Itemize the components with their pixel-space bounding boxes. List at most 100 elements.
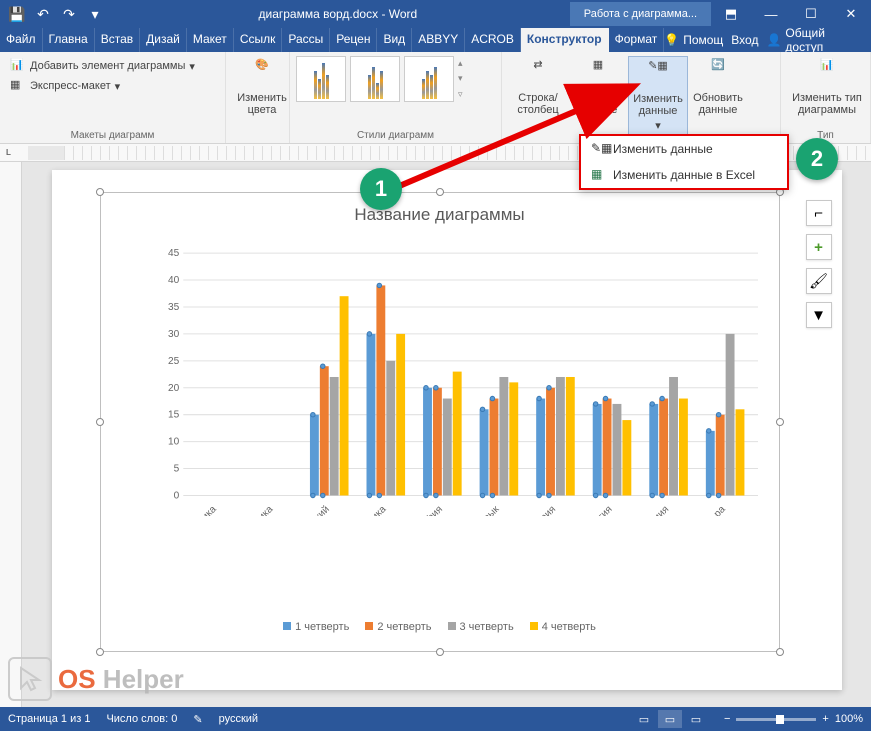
chart-object[interactable]: Название диаграммы 051015202530354045Физ… [100, 192, 780, 652]
svg-text:История: История [522, 504, 557, 516]
save-icon[interactable]: 💾 [6, 3, 28, 25]
zoom-level[interactable]: 100% [835, 713, 863, 725]
ribbon: 📊Добавить элемент диаграммы ▾ ▦Экспресс-… [0, 52, 871, 144]
palette-icon: 🎨 [246, 58, 278, 90]
resize-handle[interactable] [776, 418, 784, 426]
tab-file[interactable]: Файл [0, 28, 43, 52]
legend-item[interactable]: 1 четверть [283, 621, 349, 633]
tab-acrobat[interactable]: ACROB [465, 28, 521, 52]
svg-text:Физика: Физика [187, 504, 219, 516]
change-chart-type-button[interactable]: 📊Изменить тип диаграммы [787, 56, 867, 118]
legend-item[interactable]: 4 четверть [530, 621, 596, 633]
chart-filters-icon[interactable]: ▼ [806, 302, 832, 328]
close-icon[interactable]: ✕ [831, 0, 871, 28]
chart-element-icon: 📊 [10, 58, 26, 74]
tab-mailings[interactable]: Рассы [282, 28, 330, 52]
chart-elements-icon[interactable]: + [806, 234, 832, 260]
svg-text:Химия: Химия [641, 504, 670, 516]
redo-icon[interactable]: ↷ [58, 3, 80, 25]
status-word-count[interactable]: Число слов: 0 [106, 713, 177, 725]
refresh-data-label: Обновить данные [690, 92, 746, 116]
ribbon-display-options-icon[interactable]: ⬒ [711, 0, 751, 28]
svg-text:10: 10 [168, 437, 180, 448]
tab-review[interactable]: Рецен [330, 28, 377, 52]
spell-check-icon[interactable]: ✎ [193, 713, 202, 726]
resize-handle[interactable] [776, 648, 784, 656]
qat-customize-icon[interactable]: ▾ [84, 3, 106, 25]
layout-options-icon[interactable]: ⌐ [806, 200, 832, 226]
chart-legend[interactable]: 1 четверть 2 четверть 3 четверть 4 четверть [101, 621, 779, 633]
maximize-icon[interactable]: ☐ [791, 0, 831, 28]
titlebar: 💾 ↶ ↷ ▾ диаграмма ворд.docx - Word Работ… [0, 0, 871, 28]
switch-row-column-button[interactable]: ⇄Строка/ столбец [508, 56, 568, 135]
refresh-data-button[interactable]: 🔄Обновить данные [688, 56, 748, 135]
switch-icon: ⇄ [522, 58, 554, 90]
watermark-os: OS [58, 664, 96, 694]
legend-item[interactable]: 3 четверть [448, 621, 514, 633]
zoom-control[interactable]: − + 100% [724, 713, 863, 725]
watermark: OS Helper [8, 657, 184, 701]
chart-side-buttons: ⌐ + 🖌 ▼ [806, 200, 832, 328]
tab-insert[interactable]: Встав [95, 28, 140, 52]
dropdown-edit-data-excel[interactable]: ▦Изменить данные в Excel [581, 162, 787, 188]
tell-me[interactable]: 💡 Помощ [664, 33, 723, 47]
zoom-in-icon[interactable]: + [822, 713, 828, 725]
menu-tabs: Файл Главна Встав Дизай Макет Ссылк Расс… [0, 28, 871, 52]
minimize-icon[interactable]: ― [751, 0, 791, 28]
legend-item[interactable]: 2 четверть [365, 621, 431, 633]
change-colors-button[interactable]: 🎨 Изменить цвета [232, 56, 292, 118]
resize-handle[interactable] [436, 188, 444, 196]
tab-design[interactable]: Дизай [140, 28, 187, 52]
undo-icon[interactable]: ↶ [32, 3, 54, 25]
dropdown-item-label: Изменить данные [613, 142, 713, 156]
tab-view[interactable]: Вид [377, 28, 412, 52]
table-edit-icon: ✎▦ [591, 141, 607, 157]
tab-layout[interactable]: Макет [187, 28, 234, 52]
row-col-label: Строка/ столбец [510, 92, 566, 116]
chart-styles-icon[interactable]: 🖌 [806, 268, 832, 294]
svg-text:0: 0 [173, 491, 179, 502]
change-colors-label: Изменить цвета [234, 92, 290, 116]
context-tab-chart-tools[interactable]: Работа с диаграмма... [570, 2, 711, 26]
quick-layout-icon: ▦ [10, 78, 26, 94]
quick-layout-button[interactable]: ▦Экспресс-макет ▾ [6, 76, 219, 96]
svg-text:География: География [400, 503, 444, 515]
svg-text:Физ-ра: Физ-ра [697, 504, 728, 516]
svg-text:Информатика: Информатика [333, 503, 388, 516]
vertical-ruler[interactable] [0, 162, 22, 707]
resize-handle[interactable] [436, 648, 444, 656]
edit-data-button[interactable]: ✎▦Изменить данные ▾ [628, 56, 688, 135]
svg-text:20: 20 [168, 383, 180, 394]
document-area: Название диаграммы 051015202530354045Физ… [0, 162, 871, 707]
status-language[interactable]: русский [219, 713, 258, 725]
status-page[interactable]: Страница 1 из 1 [8, 713, 90, 725]
tab-format[interactable]: Формат [609, 28, 665, 52]
document-title: диаграмма ворд.docx - Word [106, 7, 570, 21]
edit-data-icon: ✎▦ [642, 59, 674, 91]
web-layout-icon[interactable]: ▭ [684, 710, 708, 728]
resize-handle[interactable] [96, 648, 104, 656]
share-button[interactable]: 👤 Общий доступ [766, 26, 865, 54]
zoom-slider[interactable] [736, 718, 816, 721]
chart-plot-area[interactable]: 051015202530354045ФизикаМатематикаРусски… [153, 243, 759, 516]
svg-text:40: 40 [168, 275, 180, 286]
chart-styles-gallery[interactable]: ▴▾▿ [296, 56, 495, 102]
print-layout-icon[interactable]: ▭ [658, 710, 682, 728]
chart-title[interactable]: Название диаграммы [101, 193, 779, 231]
tab-abbyy[interactable]: ABBYY [412, 28, 465, 52]
select-data-label: Выбрать данные [570, 92, 626, 116]
sign-in[interactable]: Вход [731, 33, 758, 47]
resize-handle[interactable] [96, 418, 104, 426]
tab-references[interactable]: Ссылк [234, 28, 283, 52]
tell-me-label: Помощ [683, 33, 723, 47]
add-chart-element-button[interactable]: 📊Добавить элемент диаграммы ▾ [6, 56, 219, 76]
tab-constructor[interactable]: Конструктор [521, 28, 609, 52]
dropdown-edit-data[interactable]: ✎▦ Изменить данные [581, 136, 787, 162]
group-styles-label: Стили диаграмм [296, 128, 495, 141]
tab-home[interactable]: Главна [43, 28, 95, 52]
select-data-button[interactable]: ▦Выбрать данные [568, 56, 628, 135]
svg-text:5: 5 [173, 464, 179, 475]
zoom-out-icon[interactable]: − [724, 713, 730, 725]
read-mode-icon[interactable]: ▭ [632, 710, 656, 728]
resize-handle[interactable] [96, 188, 104, 196]
